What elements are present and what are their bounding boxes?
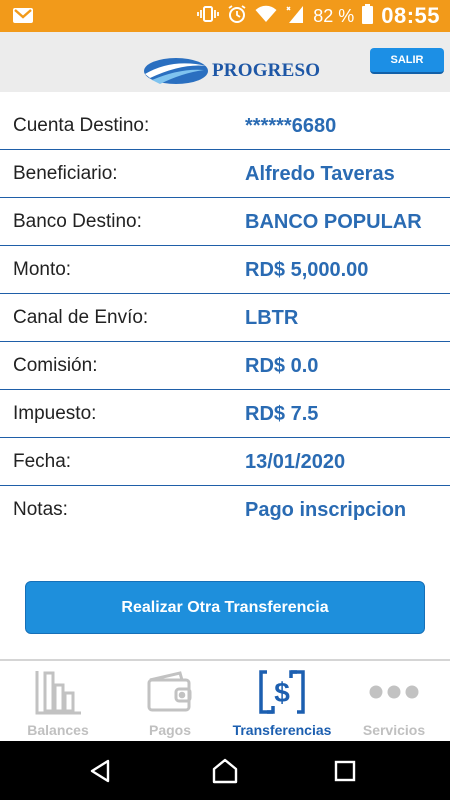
detail-label: Cuenta Destino: (13, 115, 150, 136)
wifi-icon (255, 5, 277, 28)
detail-row-comision: Comisión: RD$ 0.0 (0, 342, 450, 390)
detail-label: Banco Destino: (13, 211, 142, 232)
detail-value: LBTR (245, 307, 299, 329)
battery-percent: 82 % (313, 5, 355, 26)
detail-label: Canal de Envío: (13, 307, 149, 328)
alarm-icon (227, 4, 247, 29)
gmail-icon (12, 7, 34, 29)
detail-row-canal-envio: Canal de Envío: LBTR (0, 294, 450, 342)
tab-servicios[interactable]: Servicios (338, 661, 450, 741)
system-nav-bar (0, 741, 450, 800)
logout-button[interactable]: SALIR (370, 48, 444, 74)
detail-row-monto: Monto: RD$ 5,000.00 (0, 246, 450, 294)
clock: 08:55 (381, 3, 440, 28)
signal-icon (285, 4, 305, 29)
detail-value: BANCO POPULAR (245, 211, 422, 233)
wallet-icon (114, 667, 226, 717)
detail-row-cuenta-destino: Cuenta Destino: ******6680 (0, 102, 450, 150)
svg-text:$: $ (274, 677, 290, 708)
detail-row-notas: Notas: Pago inscripcion (0, 486, 450, 534)
detail-value: ******6680 (245, 115, 337, 137)
detail-row-impuesto: Impuesto: RD$ 7.5 (0, 390, 450, 438)
tab-pagos[interactable]: Pagos (114, 661, 226, 741)
new-transfer-button[interactable]: Realizar Otra Transferencia (25, 581, 425, 634)
brand-logo: PROGRESO (142, 54, 320, 88)
detail-label: Monto: (13, 259, 72, 280)
detail-value: 13/01/2020 (245, 451, 346, 473)
detail-label: Comisión: (13, 355, 98, 376)
bar-chart-icon (2, 667, 114, 717)
detail-label: Beneficiario: (13, 163, 118, 184)
back-icon[interactable] (80, 753, 120, 789)
tab-label: Pagos (148, 722, 191, 738)
tab-balances[interactable]: Balances (2, 661, 114, 741)
detail-value: RD$ 0.0 (245, 355, 319, 377)
detail-value: Pago inscripcion (245, 499, 407, 521)
detail-label: Fecha: (13, 451, 72, 472)
recents-icon[interactable] (325, 753, 365, 789)
home-icon[interactable] (205, 753, 245, 789)
transfer-icon: $ (226, 667, 338, 717)
detail-label: Impuesto: (13, 403, 97, 424)
detail-value: Alfredo Taveras (245, 163, 395, 185)
detail-value: RD$ 7.5 (245, 403, 319, 425)
detail-row-beneficiario: Beneficiario: Alfredo Taveras (0, 150, 450, 198)
more-dots-icon (338, 667, 450, 717)
tab-label: Transferencias (232, 722, 332, 738)
bottom-tab-bar: Balances Pagos $ Transferencias Servicio… (0, 659, 450, 741)
detail-value: RD$ 5,000.00 (245, 259, 369, 281)
status-bar: 82 % 08:55 (0, 0, 450, 32)
progreso-logo-icon (144, 58, 208, 84)
battery-icon (362, 3, 374, 29)
detail-row-fecha: Fecha: 13/01/2020 (0, 438, 450, 486)
vibrate-icon (197, 5, 220, 28)
tab-label: Balances (27, 722, 89, 738)
transfer-details: Cuenta Destino: ******6680 Beneficiario:… (0, 102, 450, 534)
brand-name: PROGRESO (212, 60, 321, 81)
tab-label: Servicios (362, 722, 426, 738)
detail-row-banco-destino: Banco Destino: BANCO POPULAR (0, 198, 450, 246)
detail-label: Notas: (13, 499, 68, 520)
tab-transferencias[interactable]: $ Transferencias (226, 661, 338, 741)
